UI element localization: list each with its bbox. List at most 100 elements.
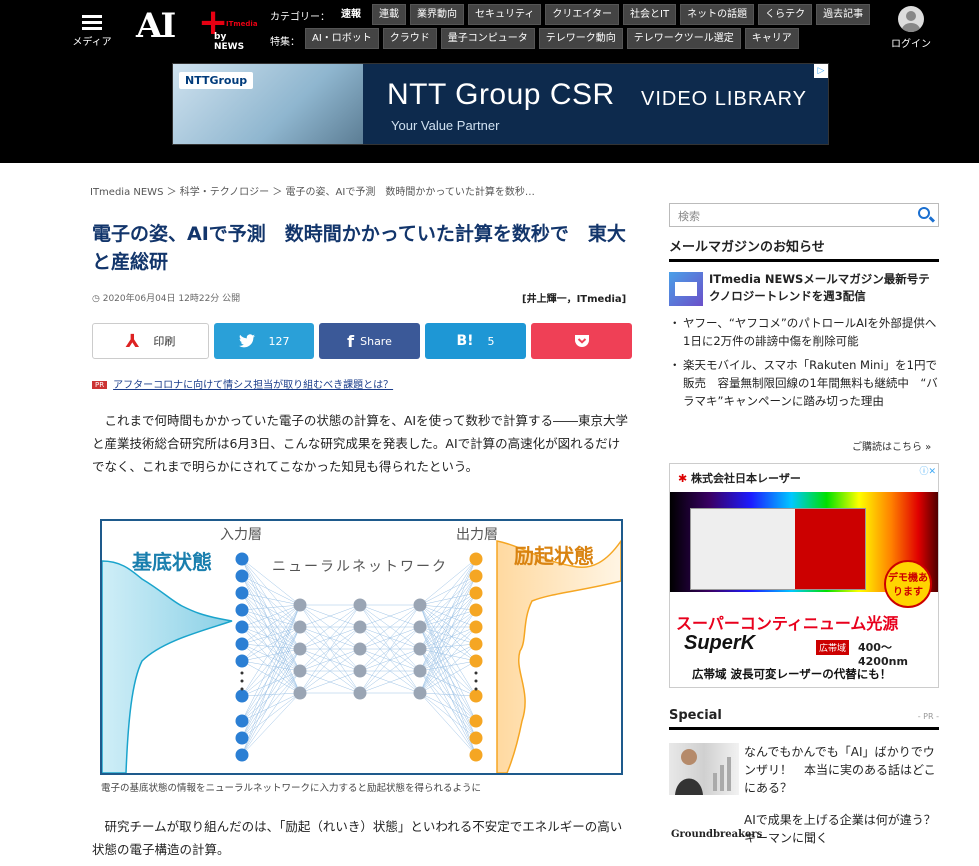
network-edge [241,604,301,611]
category-tag[interactable]: 速報 [334,4,368,25]
banner-brand: NTTGroup [179,72,254,89]
network-edge [419,692,477,739]
ad-nihon-laser[interactable]: ✱ 株式会社日本レーザー デモ機あります スーパーコンティニューム光源 Supe… [669,463,939,688]
ellipsis-dot [240,687,244,691]
special-item-title: なんでもかんでも「AI」ばかりでウンザリ！ 本当に実のある話はどこにある？ [744,745,936,795]
network-edge [419,575,477,694]
special-title: Special [669,708,722,723]
network-edges [241,558,477,756]
ad-choices-icon[interactable]: ▷ [814,64,828,78]
ad-product: SuperK [684,632,756,654]
ellipsis-dot [474,687,478,691]
businessman-icon [675,749,731,795]
network-edge [241,626,301,756]
groundbreakers-logo: Groundbreakers [671,829,763,840]
network-node [413,620,427,634]
output-layer-label: 出力層 [456,527,498,543]
site-logo[interactable]: AI + ITmedia by NEWS [136,2,258,52]
site-header: メディア AI + ITmedia by NEWS カテゴリー： 速報 連載 業界動… [0,0,979,163]
network-node [235,654,249,668]
article-title: 電子の姿、AIで予測 数時間かかっていた計算を数秒で 東大と産総研 [92,223,626,273]
menu-label: メディア [72,37,112,48]
feature-tag[interactable]: クラウド [382,28,437,49]
banner-subtitle: VIDEO LIBRARY [641,88,808,110]
network-edge [419,604,477,756]
twitter-share-button[interactable]: 127 [214,323,314,359]
network-node [293,642,307,656]
category-tag[interactable]: 業界動向 [410,4,464,25]
network-edge [419,670,477,739]
network-node [469,748,483,762]
category-tag[interactable]: ネットの話題 [680,4,755,25]
search-icon[interactable] [918,207,930,219]
category-nav: 速報 連載 業界動向 セキュリティ クリエイター 社会とIT ネットの話題 くらテク 過去記事 [334,4,871,25]
ad-banner-ntt[interactable]: NTTGroup NTT Group CSR VIDEO LIBRARY You… [172,63,829,145]
mail-icon [669,272,703,306]
publish-date: ◷ 2020年06月04日 12時22分 公開 [92,291,240,304]
ad-company: ✱ 株式会社日本レーザー [678,470,801,486]
twitter-count: 127 [268,334,290,348]
hamburger-icon [82,15,102,30]
special-item-title: AIで成果を上げる企業は何が違う？ キーマンに聞く [744,813,948,845]
input-layer-label: 入力層 [220,527,262,543]
category-tag[interactable]: 連載 [372,4,406,25]
breadcrumb[interactable]: ITmedia NEWS ＞ 科学・テクノロジー ＞ 電子の姿、AIで予測 数時… [90,183,535,198]
category-tag[interactable]: 過去記事 [816,4,871,25]
banner-tagline: Your Value Partner [391,118,500,133]
network-node [469,603,483,617]
mail-item[interactable]: 楽天モバイル、スマホ「Rakuten Mini」を1円で販売 容量無制限回線の1… [669,356,939,410]
network-edge [241,592,301,606]
search-input[interactable]: 検索 [669,203,939,227]
category-tag[interactable]: くらテク [758,4,813,25]
network-node [413,642,427,656]
network-node [293,664,307,678]
article-paragraph-2: 研究チームが取り組んだのは、「励起（れいき）状態」といわれる不安定でエネルギーの… [92,819,623,857]
feature-tag[interactable]: キャリア [744,28,799,49]
network-node [353,642,367,656]
network-node [235,586,249,600]
network-edge [241,604,301,739]
feature-tag[interactable]: AI・ロボット [305,28,379,49]
pr-badge: PR [92,381,108,389]
feature-nav: AI・ロボット クラウド 量子コンピュータ テレワーク動向 テレワークツール選定 キャリア [305,28,799,49]
pocket-icon [574,335,589,347]
network-edge [419,592,477,606]
network-node [353,664,367,678]
article-paragraph-1: これまで何時間もかかっていた電子の状態の計算を、AIを使って数秒で計算する――東… [92,413,628,474]
mail-title: ITmedia NEWSメールマガジン最新号テクノロジートレンドを週3配信 [709,272,930,303]
hatena-bookmark-button[interactable]: B! 5 [425,323,526,359]
special-thumb-image [669,743,739,795]
feature-tag[interactable]: テレワークツール選定 [626,28,741,49]
login-button[interactable]: ログイン [888,6,934,50]
network-node [413,598,427,612]
network-node [469,569,483,583]
mail-item[interactable]: ヤフー、“ヤフコメ”のパトロールAIを外部提供へ 1日に2万件の誹謗中傷を削除可… [669,314,948,350]
twitter-icon [238,334,255,348]
ellipsis-dot [240,679,244,683]
ellipsis-dot [474,671,478,675]
figure-caption: 電子の基底状態の情報をニューラルネットワークに入力すると励起状態を得られるように [101,783,482,794]
menu-button[interactable]: メディア [70,12,114,48]
ad-range: 400～4200nm [858,641,908,668]
category-tag[interactable]: セキュリティ [468,4,542,25]
print-label: 印刷 [153,335,176,348]
category-tag[interactable]: クリエイター [545,4,620,25]
article-figure[interactable]: 基底状態 励起状態 入力層 出力層 ニューラルネットワーク [100,519,623,775]
feature-tag[interactable]: 量子コンピュータ [440,28,535,49]
network-node [235,748,249,762]
logo-by-news: by NEWS [214,32,245,52]
print-button[interactable]: ⅄ 印刷 [92,323,209,359]
pr-link[interactable]: PR アフターコロナに向けて情シス担当が取り組むべき課題とは？ [92,376,393,391]
network-node [235,620,249,634]
ad-choices-icon[interactable]: ⓘ✕ [917,464,938,477]
network-edge [241,604,301,662]
network-edge [419,604,477,662]
facebook-share-button[interactable]: f Share [319,323,420,359]
network-edge [241,575,301,694]
search-placeholder: 検索 [678,210,700,223]
category-tag[interactable]: 社会とIT [623,4,677,25]
feature-tag[interactable]: テレワーク動向 [538,28,623,49]
subscribe-link[interactable]: ご購読はこちら » [852,438,931,453]
ad-company-logo-icon: ✱ [678,472,692,485]
pocket-button[interactable] [531,323,632,359]
